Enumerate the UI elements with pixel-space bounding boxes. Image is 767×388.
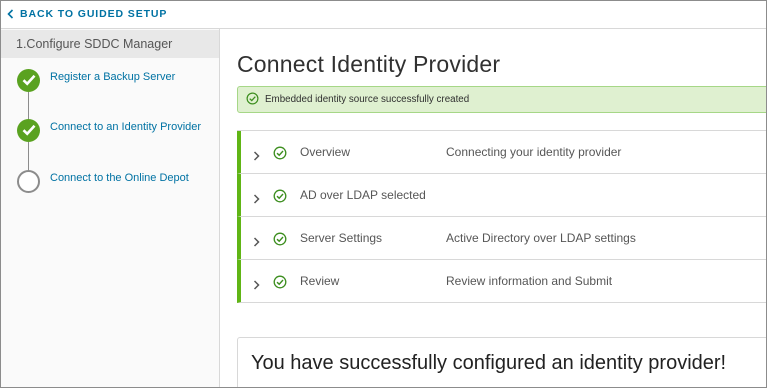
check-circle-icon	[273, 146, 287, 165]
sidebar-step-connect-identity-provider[interactable]: Connect to an Identity Provider	[17, 117, 217, 143]
accordion-row-review[interactable]: Review Review information and Submit	[237, 260, 766, 303]
checkmark-circle-icon	[17, 118, 40, 142]
accordion-row-ad-over-ldap[interactable]: AD over LDAP selected	[237, 174, 766, 217]
accordion-title: Server Settings	[300, 231, 383, 245]
accordion-row-server-settings[interactable]: Server Settings Active Directory over LD…	[237, 217, 766, 260]
check-circle-icon	[273, 232, 287, 251]
chevron-left-icon	[7, 9, 14, 19]
check-circle-icon	[246, 92, 265, 108]
success-message: You have successfully configured an iden…	[251, 352, 727, 374]
accordion-title: Review	[300, 274, 340, 288]
sidebar: 1.Configure SDDC Manager Register a Back…	[1, 29, 220, 387]
wizard-accordion: Overview Connecting your identity provid…	[237, 130, 766, 303]
checkmark-circle-icon	[17, 68, 40, 92]
sidebar-step-connect-online-depot[interactable]: Connect to the Online Depot	[17, 168, 217, 194]
step-label: Connect to an Identity Provider	[50, 121, 202, 133]
accordion-description: Active Directory over LDAP settings	[446, 231, 636, 245]
chevron-right-icon[interactable]	[253, 191, 260, 209]
page-title: Connect Identity Provider	[237, 51, 501, 77]
sidebar-step-register-backup-server[interactable]: Register a Backup Server	[17, 67, 217, 93]
chevron-right-icon[interactable]	[253, 148, 260, 166]
app-frame: BACK TO GUIDED SETUP 1.Configure SDDC Ma…	[0, 0, 767, 388]
success-card: You have successfully configured an iden…	[237, 337, 766, 387]
success-alert: Embedded identity source successfully cr…	[237, 86, 766, 113]
accordion-row-overview[interactable]: Overview Connecting your identity provid…	[237, 131, 766, 174]
sidebar-section-title: 1.Configure SDDC Manager	[1, 30, 219, 58]
chevron-right-icon[interactable]	[253, 234, 260, 252]
main-content: Connect Identity Provider Embedded ident…	[221, 29, 766, 387]
accordion-description: Connecting your identity provider	[446, 145, 622, 159]
accordion-title: AD over LDAP selected	[300, 188, 426, 202]
chevron-right-icon[interactable]	[253, 277, 260, 295]
top-bar: BACK TO GUIDED SETUP	[1, 1, 766, 29]
step-label: Connect to the Online Depot	[50, 172, 189, 184]
alert-text: Embedded identity source successfully cr…	[265, 94, 470, 105]
check-circle-icon	[273, 275, 287, 294]
accordion-title: Overview	[300, 145, 351, 159]
accordion-description: Review information and Submit	[446, 274, 613, 288]
step-label: Register a Backup Server	[50, 71, 176, 83]
empty-circle-icon	[17, 169, 40, 193]
back-to-guided-setup-link[interactable]: BACK TO GUIDED SETUP	[7, 8, 167, 20]
check-circle-icon	[273, 189, 287, 208]
back-link-label: BACK TO GUIDED SETUP	[20, 8, 168, 20]
